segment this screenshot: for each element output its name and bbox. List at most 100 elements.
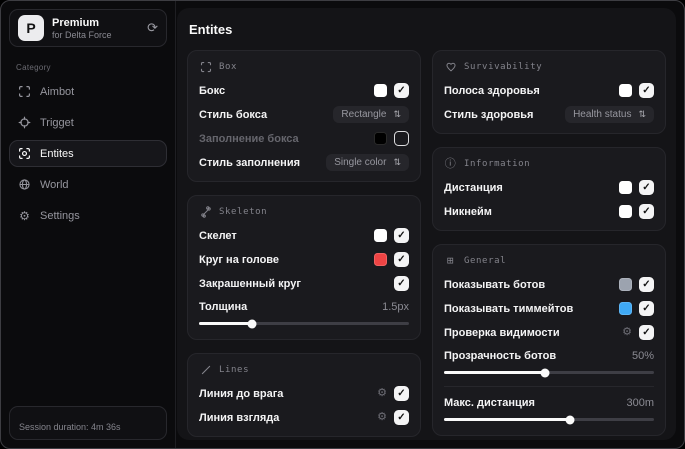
setting-row-filled-circle: Закрашенный круг ✓	[199, 274, 409, 293]
checkbox[interactable]: ✓	[639, 204, 654, 219]
checkbox[interactable]: ✓	[394, 252, 409, 267]
brand-subtitle: for Delta Force	[52, 29, 112, 40]
panel-title: General	[464, 255, 507, 266]
setting-row-enemy-line: Линия до врага ⚙ ✓	[199, 384, 409, 403]
sidebar-item-entites[interactable]: Entites	[9, 140, 167, 167]
setting-row-health-bar: Полоса здоровья ✓	[444, 81, 654, 100]
brand-text: Premium for Delta Force	[52, 17, 112, 40]
setting-label: Толщина	[199, 301, 248, 313]
sidebar-item-label: Trigget	[40, 116, 74, 129]
setting-label: Закрашенный круг	[199, 277, 301, 290]
setting-row-show-teammates: Показывать тиммейтов ✓	[444, 299, 654, 318]
gear-icon[interactable]: ⚙	[377, 412, 387, 423]
slider-thumb[interactable]	[247, 319, 256, 328]
color-swatch[interactable]	[619, 181, 632, 194]
setting-label: Скелет	[199, 229, 237, 242]
max-distance-slider[interactable]	[444, 415, 654, 424]
color-swatch[interactable]	[374, 84, 387, 97]
heart-pulse-icon	[444, 60, 457, 73]
checkbox[interactable]: ✓	[394, 131, 409, 146]
setting-label: Стиль заполнения	[199, 156, 301, 169]
slider-value: 300m	[626, 397, 654, 409]
panel-header: ⓘ Information	[444, 157, 654, 170]
setting-row-box-fill: Заполнение бокса ✓	[199, 129, 409, 148]
panel-title: Lines	[219, 364, 250, 375]
checkbox[interactable]: ✓	[639, 83, 654, 98]
setting-row-skeleton: Скелет ✓	[199, 226, 409, 245]
panel-title: Survivability	[464, 61, 543, 72]
bots-opacity-slider[interactable]	[444, 368, 654, 377]
panel-general: ⊞ General Показывать ботов ✓ Показывать …	[432, 244, 666, 436]
thickness-setting: Толщина 1.5px	[199, 298, 409, 330]
max-distance-setting: Макс. дистанция 300m	[444, 394, 654, 426]
setting-label: Стиль бокса	[199, 108, 268, 121]
setting-label: Круг на голове	[199, 253, 280, 266]
panel-header: Skeleton	[199, 205, 409, 218]
checkbox[interactable]: ✓	[639, 277, 654, 292]
checkbox[interactable]: ✓	[394, 410, 409, 425]
panel-header: ⊞ General	[444, 254, 654, 267]
panel-header: Lines	[199, 363, 409, 376]
slider-thumb[interactable]	[540, 368, 550, 377]
setting-row-box-style: Стиль бокса Rectangle ⇅	[199, 105, 409, 124]
frame-box-icon	[199, 60, 212, 73]
checkbox[interactable]: ✓	[394, 228, 409, 243]
health-style-dropdown[interactable]: Health status ⇅	[565, 106, 654, 123]
panel-lines: Lines Линия до врага ⚙ ✓ Линия взгляда ⚙	[187, 353, 421, 437]
panel-information: ⓘ Information Дистанция ✓ Никнейм ✓	[432, 147, 666, 231]
brand-logo: P	[18, 15, 44, 41]
brand-card: P Premium for Delta Force ⟳	[9, 9, 167, 47]
color-swatch[interactable]	[374, 253, 387, 266]
grid-icon: ⊞	[446, 254, 455, 267]
sidebar-item-world[interactable]: World	[9, 171, 167, 198]
checkbox[interactable]: ✓	[394, 83, 409, 98]
setting-label: Прозрачность ботов	[444, 350, 557, 362]
bots-opacity-setting: Прозрачность ботов 50%	[444, 347, 654, 379]
setting-row-health-style: Стиль здоровья Health status ⇅	[444, 105, 654, 124]
slider-thumb[interactable]	[565, 415, 575, 424]
brand-title: Premium	[52, 16, 100, 29]
fill-style-dropdown[interactable]: Single color ⇅	[326, 154, 409, 171]
checkbox[interactable]: ✓	[394, 386, 409, 401]
main-content: Entites Box Бокс ✓ Стиль бокса Rectangle…	[177, 8, 676, 440]
globe-icon	[18, 178, 31, 191]
setting-row-view-line: Линия взгляда ⚙ ✓	[199, 408, 409, 427]
panel-box: Box Бокс ✓ Стиль бокса Rectangle ⇅ Запол…	[187, 50, 421, 182]
setting-label: Полоса здоровья	[444, 84, 540, 97]
color-swatch[interactable]	[374, 229, 387, 242]
sidebar-item-label: World	[40, 178, 69, 191]
chevrons-up-down-icon: ⇅	[393, 109, 401, 119]
checkbox[interactable]: ✓	[639, 301, 654, 316]
checkbox[interactable]: ✓	[639, 325, 654, 340]
color-swatch[interactable]	[619, 302, 632, 315]
setting-label: Бокс	[199, 84, 226, 97]
category-label: Category	[16, 63, 51, 72]
setting-label: Показывать ботов	[444, 278, 546, 291]
setting-label: Линия взгляда	[199, 411, 280, 424]
frame-crosshair-icon	[18, 85, 31, 98]
setting-label: Стиль здоровья	[444, 108, 534, 121]
gear-icon: ⚙	[19, 208, 30, 223]
refresh-icon[interactable]: ⟳	[147, 20, 158, 36]
checkbox[interactable]: ✓	[639, 180, 654, 195]
gear-icon[interactable]: ⚙	[622, 327, 632, 338]
sidebar-item-trigget[interactable]: Trigget	[9, 109, 167, 136]
setting-label: Заполнение бокса	[199, 132, 299, 145]
thickness-slider[interactable]	[199, 319, 409, 328]
panel-header: Box	[199, 60, 409, 73]
sidebar-item-settings[interactable]: ⚙ Settings	[9, 202, 167, 229]
session-duration: Session duration: 4m 36s	[9, 406, 167, 440]
sidebar-item-label: Entites	[40, 147, 74, 160]
gear-icon[interactable]: ⚙	[377, 388, 387, 399]
box-style-dropdown[interactable]: Rectangle ⇅	[333, 106, 409, 123]
bone-icon	[199, 205, 212, 218]
color-swatch[interactable]	[619, 278, 632, 291]
checkbox[interactable]: ✓	[394, 276, 409, 291]
dropdown-value: Single color	[334, 157, 387, 168]
sidebar-item-aimbot[interactable]: Aimbot	[9, 78, 167, 105]
color-swatch[interactable]	[619, 205, 632, 218]
setting-row-nickname: Никнейм ✓	[444, 202, 654, 221]
panel-header: Survivability	[444, 60, 654, 73]
color-swatch[interactable]	[619, 84, 632, 97]
color-swatch[interactable]	[374, 132, 387, 145]
